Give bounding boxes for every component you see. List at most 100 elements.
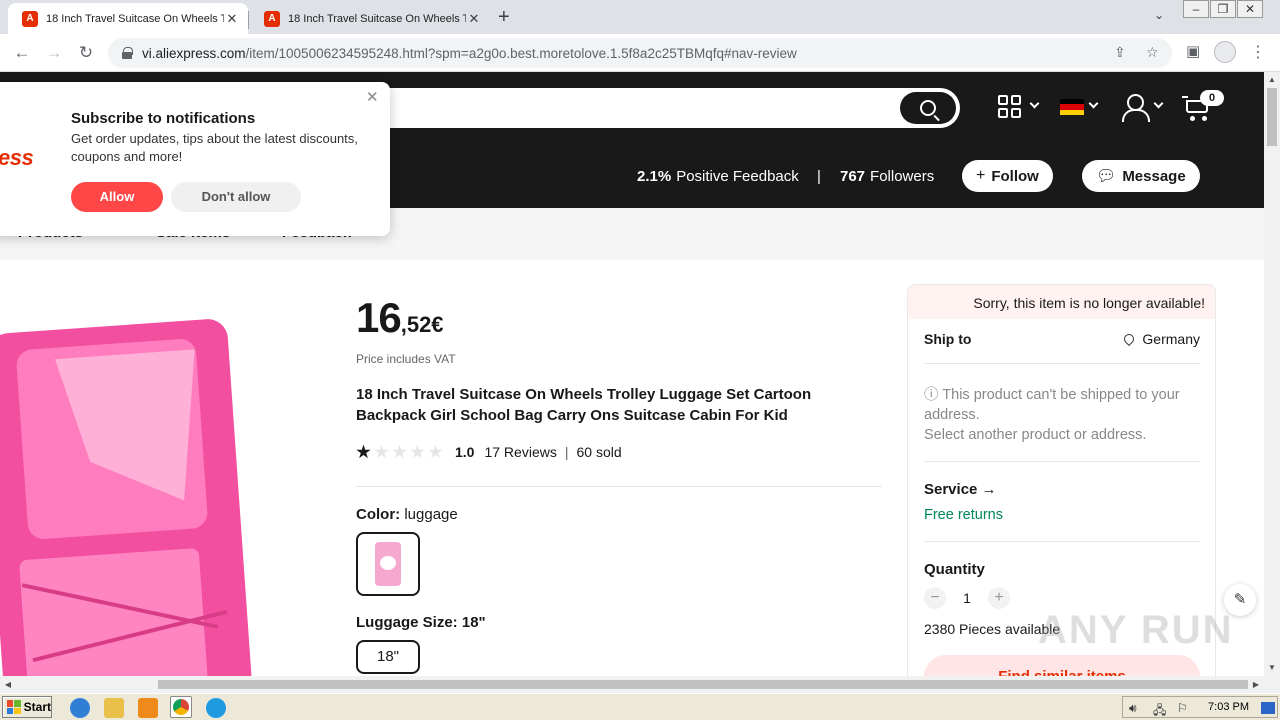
horizontal-scrollbar[interactable]: ◀ ▶ — [0, 676, 1280, 693]
account-icon[interactable] — [1122, 94, 1150, 122]
quantity-label: Quantity — [924, 561, 985, 578]
edge-icon[interactable] — [206, 698, 226, 718]
forward-arrow-icon[interactable]: → — [42, 41, 66, 65]
file-explorer-icon[interactable] — [104, 698, 124, 718]
url-path: /item/1005006234595248.html?spm=a2g0o.be… — [245, 45, 797, 61]
quantity-value[interactable]: 1 — [946, 590, 988, 606]
browser-tab-1[interactable]: A 18 Inch Travel Suitcase On Wheels Tr ✕ — [8, 3, 248, 34]
restore-icon[interactable]: ❐ — [1210, 0, 1236, 18]
chrome-icon — [173, 699, 189, 715]
notification-text: Get order updates, tips about the latest… — [71, 131, 358, 164]
shipping-warning-hint: Select another product or address. — [924, 427, 1147, 443]
star-icon — [374, 444, 389, 459]
divider — [924, 363, 1200, 364]
scroll-left-icon[interactable]: ◀ — [0, 676, 16, 693]
show-desktop-icon[interactable] — [1261, 702, 1275, 714]
increase-quantity-button[interactable]: + — [988, 587, 1010, 609]
tab-title: 18 Inch Travel Suitcase On Wheels Tr — [288, 12, 466, 25]
size-label: Luggage Size: 18" — [356, 614, 486, 631]
dont-allow-button[interactable]: Don't allow — [171, 182, 301, 212]
media-player-icon[interactable] — [138, 698, 158, 718]
search-button[interactable] — [900, 92, 956, 124]
vertical-scrollbar[interactable]: ▲ ▼ — [1264, 72, 1280, 676]
start-label: Start — [23, 700, 51, 714]
volume-icon[interactable]: 🔊︎ — [1129, 701, 1137, 716]
aliexpress-logo: ress — [0, 145, 34, 170]
start-button[interactable]: Start — [2, 696, 52, 718]
stats-divider: | — [817, 167, 821, 185]
shipping-warning: ⓘ This product can't be shipped to your … — [924, 385, 1204, 445]
shipping-warning-text: ⓘ This product can't be shipped to your … — [924, 387, 1180, 423]
rating-value: 1.0 — [455, 444, 475, 460]
lock-icon — [122, 47, 133, 59]
internet-explorer-icon[interactable] — [70, 698, 90, 718]
tab-search-chevron-icon[interactable]: ⌄ — [1154, 8, 1164, 22]
search-input[interactable] — [360, 88, 960, 128]
new-tab-icon[interactable]: + — [498, 6, 510, 29]
price-integer: 16 — [356, 294, 402, 341]
browser-menu-icon[interactable]: ⋮ — [1250, 42, 1266, 62]
back-arrow-icon[interactable]: ← — [10, 41, 34, 65]
scroll-thumb[interactable] — [158, 680, 1248, 689]
germany-flag-icon[interactable] — [1060, 99, 1084, 115]
flag-icon[interactable]: ⚐ — [1177, 701, 1188, 715]
scroll-right-icon[interactable]: ▶ — [1248, 676, 1264, 693]
network-icon[interactable]: 🖧 — [1153, 701, 1166, 722]
allow-button[interactable]: Allow — [71, 182, 163, 212]
address-bar[interactable]: vi.aliexpress.com/item/1005006234595248.… — [108, 38, 1172, 68]
side-panel-icon[interactable]: ▣ — [1186, 42, 1200, 60]
unavailable-banner: Sorry, this item is no longer available! — [908, 285, 1215, 319]
chrome-taskbar-button[interactable] — [170, 696, 192, 718]
minimize-icon[interactable]: – — [1183, 0, 1209, 18]
decrease-quantity-button[interactable]: − — [924, 587, 946, 609]
chevron-down-icon — [1153, 98, 1164, 109]
location-pin-icon — [1122, 331, 1137, 347]
search-icon — [920, 100, 936, 116]
product-price: 16,52€ — [356, 294, 444, 342]
tab-title: 18 Inch Travel Suitcase On Wheels Tr — [46, 12, 224, 25]
share-icon[interactable]: ⇪ — [1114, 44, 1126, 61]
profile-avatar[interactable] — [1214, 41, 1236, 63]
notification-title: Subscribe to notifications — [71, 110, 256, 127]
scroll-up-icon[interactable]: ▲ — [1264, 72, 1280, 88]
positive-feedback-value: 2.1% — [637, 167, 672, 185]
close-tab-icon[interactable]: ✕ — [224, 11, 240, 27]
anyrun-watermark: ANY RUN — [1038, 608, 1234, 652]
chevron-down-icon — [1088, 98, 1099, 109]
service-link[interactable]: Service → — [924, 481, 997, 498]
scroll-down-icon[interactable]: ▼ — [1264, 660, 1280, 676]
close-tab-icon[interactable]: ✕ — [466, 11, 482, 27]
web-page: 0 2.1% Positive Feedback | 767 Followers… — [0, 72, 1264, 676]
color-swatch-luggage[interactable] — [356, 532, 420, 596]
qr-code-icon[interactable] — [998, 95, 1022, 119]
message-label: Message — [1122, 167, 1186, 185]
rating-stars[interactable] — [356, 444, 443, 460]
find-similar-button[interactable]: Find similar items — [924, 655, 1200, 676]
chevron-down-icon — [1029, 98, 1040, 109]
color-label-key: Color: — [356, 506, 401, 523]
size-option-18[interactable]: 18" — [356, 640, 420, 674]
url-host: vi.aliexpress.com — [142, 45, 246, 61]
plus-icon: + — [976, 167, 986, 184]
ship-to-destination[interactable]: Germany — [1122, 331, 1200, 347]
tab-separator — [248, 11, 249, 29]
scroll-thumb[interactable] — [1267, 88, 1277, 146]
sold-count: 60 sold — [576, 444, 622, 460]
clock: 7:03 PM — [1208, 701, 1249, 713]
color-label-value: luggage — [404, 506, 458, 523]
ship-to-label: Ship to — [924, 331, 972, 347]
product-image[interactable] — [0, 304, 260, 676]
ship-to-row[interactable]: Ship to Germany — [924, 331, 1200, 347]
bookmark-star-icon[interactable]: ☆ — [1146, 44, 1159, 61]
rating-separator: | — [564, 444, 569, 460]
message-button[interactable]: 💬︎ Message — [1082, 160, 1200, 192]
aliexpress-favicon-icon: A — [264, 10, 280, 27]
close-icon[interactable]: ✕ — [366, 88, 379, 106]
browser-tab-2[interactable]: A 18 Inch Travel Suitcase On Wheels Tr ✕ — [250, 3, 490, 34]
window-controls: – ❐ ✕ — [1182, 0, 1263, 20]
reload-icon[interactable]: ↻ — [74, 41, 98, 65]
follow-button[interactable]: + Follow — [962, 160, 1053, 192]
reviews-link[interactable]: 17 Reviews — [484, 444, 556, 460]
swatch-thumbnail — [375, 542, 401, 586]
window-close-icon[interactable]: ✕ — [1237, 0, 1263, 18]
